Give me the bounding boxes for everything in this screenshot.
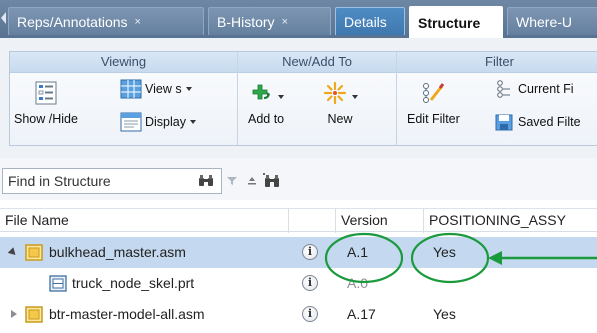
close-icon[interactable]: × (282, 16, 288, 28)
column-header-positioning-assy[interactable]: POSITIONING_ASSY (424, 209, 597, 233)
positioning-value: Yes (433, 244, 456, 260)
tab-where-used[interactable]: Where-U (507, 7, 597, 35)
show-hide-label: Show /Hide (14, 112, 78, 126)
tab-label: B-History (217, 13, 275, 30)
ribbon-group-viewing: Viewing Show /Hide View s Display (10, 52, 238, 145)
current-filter-label: Current Fi (518, 82, 574, 96)
assembly-icon (25, 306, 43, 323)
expand-icon[interactable] (11, 310, 17, 318)
edit-filter-button[interactable]: Edit Filter (407, 80, 460, 126)
binoculars-advanced-icon (263, 173, 279, 187)
binoculars-icon (199, 175, 213, 186)
structure-tree-table: File Name Version POSITIONING_ASSY bulkh… (0, 208, 597, 333)
positioning-value: Yes (433, 306, 456, 322)
file-name: truck_node_skel.prt (72, 275, 195, 291)
display-icon (120, 112, 142, 132)
file-name: bulkhead_master.asm (49, 244, 186, 260)
assembly-icon (25, 244, 43, 261)
tab-reps-annotations[interactable]: Reps/Annotations × (8, 7, 204, 35)
column-header-version[interactable]: Version (336, 209, 424, 233)
group-title: Viewing (10, 52, 237, 73)
version-value: A.17 (347, 306, 376, 322)
edit-filter-label: Edit Filter (407, 112, 460, 126)
show-hide-icon (35, 81, 57, 105)
table-row[interactable]: bulkhead_master.asm i A.1 Yes (0, 237, 597, 268)
ribbon-group-filter: Filter Edit Filter Current Fi Saved Filt… (397, 52, 597, 145)
add-to-label: Add to (248, 112, 285, 126)
table-header: File Name Version POSITIONING_ASSY (0, 208, 597, 233)
filter-icon (227, 177, 237, 185)
current-filter-icon (497, 80, 510, 98)
collapse-icon[interactable] (7, 247, 19, 258)
ribbon-group-new-add: New/Add To Add to New (238, 52, 397, 145)
advanced-find-button[interactable] (262, 170, 282, 192)
new-icon (323, 81, 347, 105)
info-icon[interactable]: i (302, 244, 318, 260)
views-label: View s (145, 82, 182, 96)
table-row[interactable]: btr-master-model-all.asm i A.17 Yes (0, 299, 597, 330)
group-title: New/Add To (238, 52, 396, 73)
show-hide-button[interactable]: Show /Hide (14, 80, 78, 126)
info-icon[interactable]: i (302, 275, 318, 291)
find-button[interactable] (196, 170, 216, 192)
tab-label: Details (344, 13, 387, 30)
saved-filter-button[interactable]: Saved Filte (495, 112, 581, 132)
display-button[interactable]: Display (120, 112, 196, 132)
sort-button[interactable] (242, 170, 262, 192)
add-to-button[interactable]: Add to (248, 80, 284, 126)
tab-details[interactable]: Details (335, 7, 405, 35)
sort-icon (248, 177, 256, 185)
version-value: A.1 (347, 244, 369, 260)
filter-button[interactable] (222, 170, 242, 192)
views-button[interactable]: View s (120, 79, 192, 99)
chevron-down-icon (352, 95, 358, 99)
add-to-icon (252, 84, 271, 100)
chevron-down-icon (190, 120, 196, 124)
table-row[interactable]: truck_node_skel.prt i A.0 (0, 268, 597, 299)
tab-structure[interactable]: Structure (409, 6, 503, 38)
saved-filter-label: Saved Filte (518, 115, 581, 129)
info-icon[interactable]: i (302, 306, 318, 322)
find-in-structure-input[interactable] (2, 168, 222, 194)
new-button[interactable]: New (322, 80, 358, 126)
column-header-info[interactable] (289, 209, 336, 233)
part-icon (49, 275, 67, 292)
chevron-down-icon (185, 87, 192, 91)
tab-label: Structure (418, 14, 481, 31)
tab-label: Reps/Annotations (17, 13, 128, 30)
new-label: New (327, 112, 353, 126)
column-header-file-name[interactable]: File Name (0, 209, 289, 233)
ribbon: Viewing Show /Hide View s Display New/Ad… (0, 38, 597, 158)
tab-label: Where-U (516, 13, 573, 30)
version-value: A.0 (347, 275, 369, 291)
saved-filter-icon (495, 114, 513, 131)
views-icon (120, 79, 142, 99)
tab-strip: Reps/Annotations × B-History × Details S… (0, 0, 597, 38)
close-icon[interactable]: × (135, 16, 141, 28)
file-name: btr-master-model-all.asm (49, 306, 205, 322)
tab-b-history[interactable]: B-History × (208, 7, 331, 35)
edit-filter-icon (423, 83, 445, 103)
scroll-left-icon[interactable] (1, 12, 6, 24)
ribbon-panel: Viewing Show /Hide View s Display New/Ad… (9, 51, 597, 146)
display-label: Display (145, 115, 186, 129)
current-filter-button[interactable]: Current Fi (495, 79, 574, 99)
group-title: Filter (397, 52, 597, 73)
chevron-down-icon (278, 95, 285, 99)
